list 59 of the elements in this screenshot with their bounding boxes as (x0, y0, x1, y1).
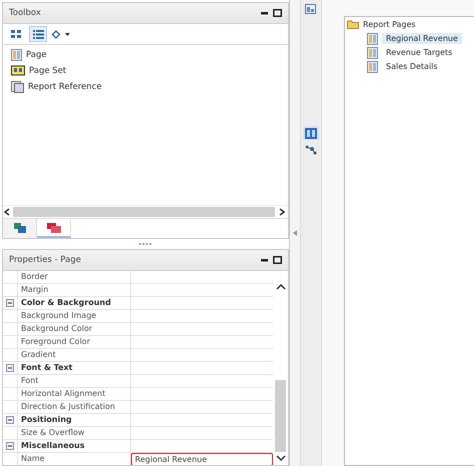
tree-item[interactable]: Sales Details (382, 61, 442, 72)
panel-tab[interactable] (3, 219, 37, 238)
property-label: Background Image (18, 310, 131, 322)
grid-view-icon (11, 30, 21, 38)
property-label: Margin (18, 284, 131, 296)
group-label: Positioning (18, 414, 131, 426)
panel-title: Toolbox (9, 8, 41, 18)
minimize-icon[interactable] (261, 258, 268, 262)
scroll-down-icon[interactable] (276, 455, 286, 462)
property-label: Border (18, 271, 131, 283)
group-label: Miscellaneous (18, 440, 131, 452)
property-label: Direction & Justification (18, 401, 131, 413)
horizontal-scrollbar[interactable] (13, 207, 275, 217)
property-value-field[interactable]: Regional Revenue (131, 453, 273, 465)
diagram-icon (305, 144, 317, 154)
toolbox-item[interactable]: Report Reference (28, 82, 102, 92)
toolbox-item[interactable]: Page (26, 50, 47, 60)
maximize-icon[interactable] (273, 9, 282, 17)
collapse-icon[interactable] (6, 364, 14, 372)
panel-tab[interactable] (37, 219, 71, 238)
view-button[interactable] (29, 26, 47, 42)
side-toolbar-button[interactable] (303, 126, 319, 140)
group-label: Color & Background (18, 297, 131, 309)
page-icon (367, 60, 378, 72)
scroll-right-icon[interactable] (278, 208, 288, 216)
page-icon (367, 46, 378, 58)
panel-title: Properties - Page (9, 255, 82, 265)
property-label: Background Color (18, 323, 131, 335)
scroll-up-icon[interactable] (276, 283, 286, 290)
tree-item[interactable]: Revenue Targets (382, 47, 456, 58)
property-label: Size & Overflow (18, 427, 131, 439)
tree-root-label[interactable]: Report Pages (363, 20, 416, 29)
collapse-icon[interactable] (6, 416, 14, 424)
folder-icon (347, 20, 360, 29)
page-icon (11, 48, 22, 60)
toolbox-item[interactable]: Page Set (29, 66, 66, 76)
property-label: Gradient (18, 349, 131, 361)
collapse-icon[interactable] (6, 442, 14, 450)
property-label: Horizontal Alignment (18, 388, 131, 400)
page-icon (367, 32, 378, 44)
pages-icon (46, 222, 60, 232)
report-icon (305, 4, 317, 14)
vertical-scrollbar[interactable] (275, 380, 286, 452)
page-set-icon (11, 65, 25, 76)
property-label: Font (18, 375, 131, 387)
maximize-icon[interactable] (273, 256, 282, 264)
report-reference-icon (11, 80, 24, 92)
minimize-icon[interactable] (261, 12, 268, 14)
collapse-arrow-icon[interactable] (293, 230, 297, 236)
collapse-icon[interactable] (6, 299, 14, 307)
pages-view-icon (305, 128, 317, 138)
sort-dropdown-icon[interactable] (51, 30, 71, 38)
side-toolbar-button[interactable] (303, 2, 319, 16)
group-label: Font & Text (18, 362, 131, 374)
property-label: Foreground Color (18, 336, 131, 348)
list-view-icon (32, 30, 44, 38)
tree-item[interactable]: Regional Revenue (382, 33, 462, 44)
scroll-left-icon[interactable] (3, 208, 10, 216)
layers-icon (14, 222, 26, 232)
